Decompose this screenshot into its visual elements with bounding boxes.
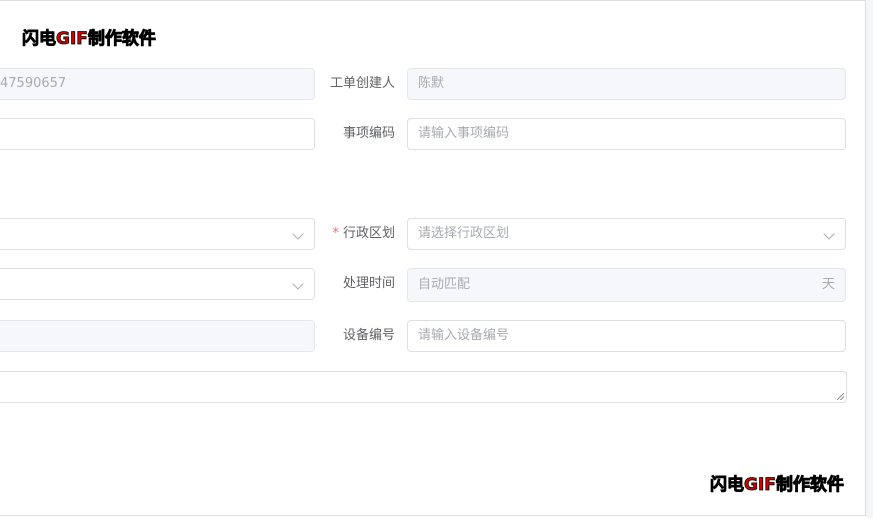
process-time-value: 自动匹配 — [418, 277, 471, 292]
watermark-brand: 闪电GIF — [710, 475, 777, 496]
device-code-placeholder: 请输入设备编号 — [418, 328, 510, 343]
creator-label: 工单创建人 — [329, 76, 395, 91]
item-code-label: 事项编码 — [342, 126, 395, 141]
watermark-brand: 闪电GIF — [22, 29, 89, 50]
scrollbar-track[interactable] — [866, 0, 873, 518]
process-time-label: 处理时间 — [342, 276, 395, 291]
creator-field: 陈默 — [407, 68, 846, 100]
watermark-bottom: 闪电GIF制作软件 — [710, 470, 845, 496]
left-input-row2[interactable] — [0, 118, 315, 150]
ticket-number-value: 47590657 — [0, 76, 67, 91]
left-disabled-row5 — [0, 320, 315, 352]
chevron-down-icon — [292, 228, 304, 240]
chevron-down-icon — [823, 228, 835, 240]
resize-grip-icon[interactable] — [837, 393, 844, 400]
admin-region-placeholder: 请选择行政区划 — [418, 226, 510, 241]
creator-value: 陈默 — [418, 76, 445, 91]
admin-region-label-text: 行政区划 — [342, 226, 395, 241]
process-time-field: 自动匹配 天 — [407, 268, 846, 302]
device-code-label: 设备编号 — [342, 328, 395, 343]
remarks-textarea[interactable] — [0, 371, 847, 403]
left-select-row3[interactable] — [0, 218, 315, 250]
item-code-placeholder: 请输入事项编码 — [418, 126, 510, 141]
watermark-text: 制作软件 — [87, 29, 156, 50]
ticket-number-field: 47590657 — [0, 68, 315, 100]
process-time-unit: 天 — [821, 277, 835, 292]
left-select-row4[interactable] — [0, 268, 315, 300]
watermark-text: 制作软件 — [775, 475, 844, 496]
admin-region-select[interactable]: 请选择行政区划 — [407, 218, 846, 250]
required-asterisk: * — [332, 226, 339, 241]
admin-region-label: * 行政区划 — [305, 218, 395, 250]
watermark-top: 闪电GIF制作软件 — [22, 24, 157, 50]
chevron-down-icon — [292, 278, 304, 290]
device-code-input[interactable]: 请输入设备编号 — [407, 320, 846, 352]
item-code-input[interactable]: 请输入事项编码 — [407, 118, 846, 150]
